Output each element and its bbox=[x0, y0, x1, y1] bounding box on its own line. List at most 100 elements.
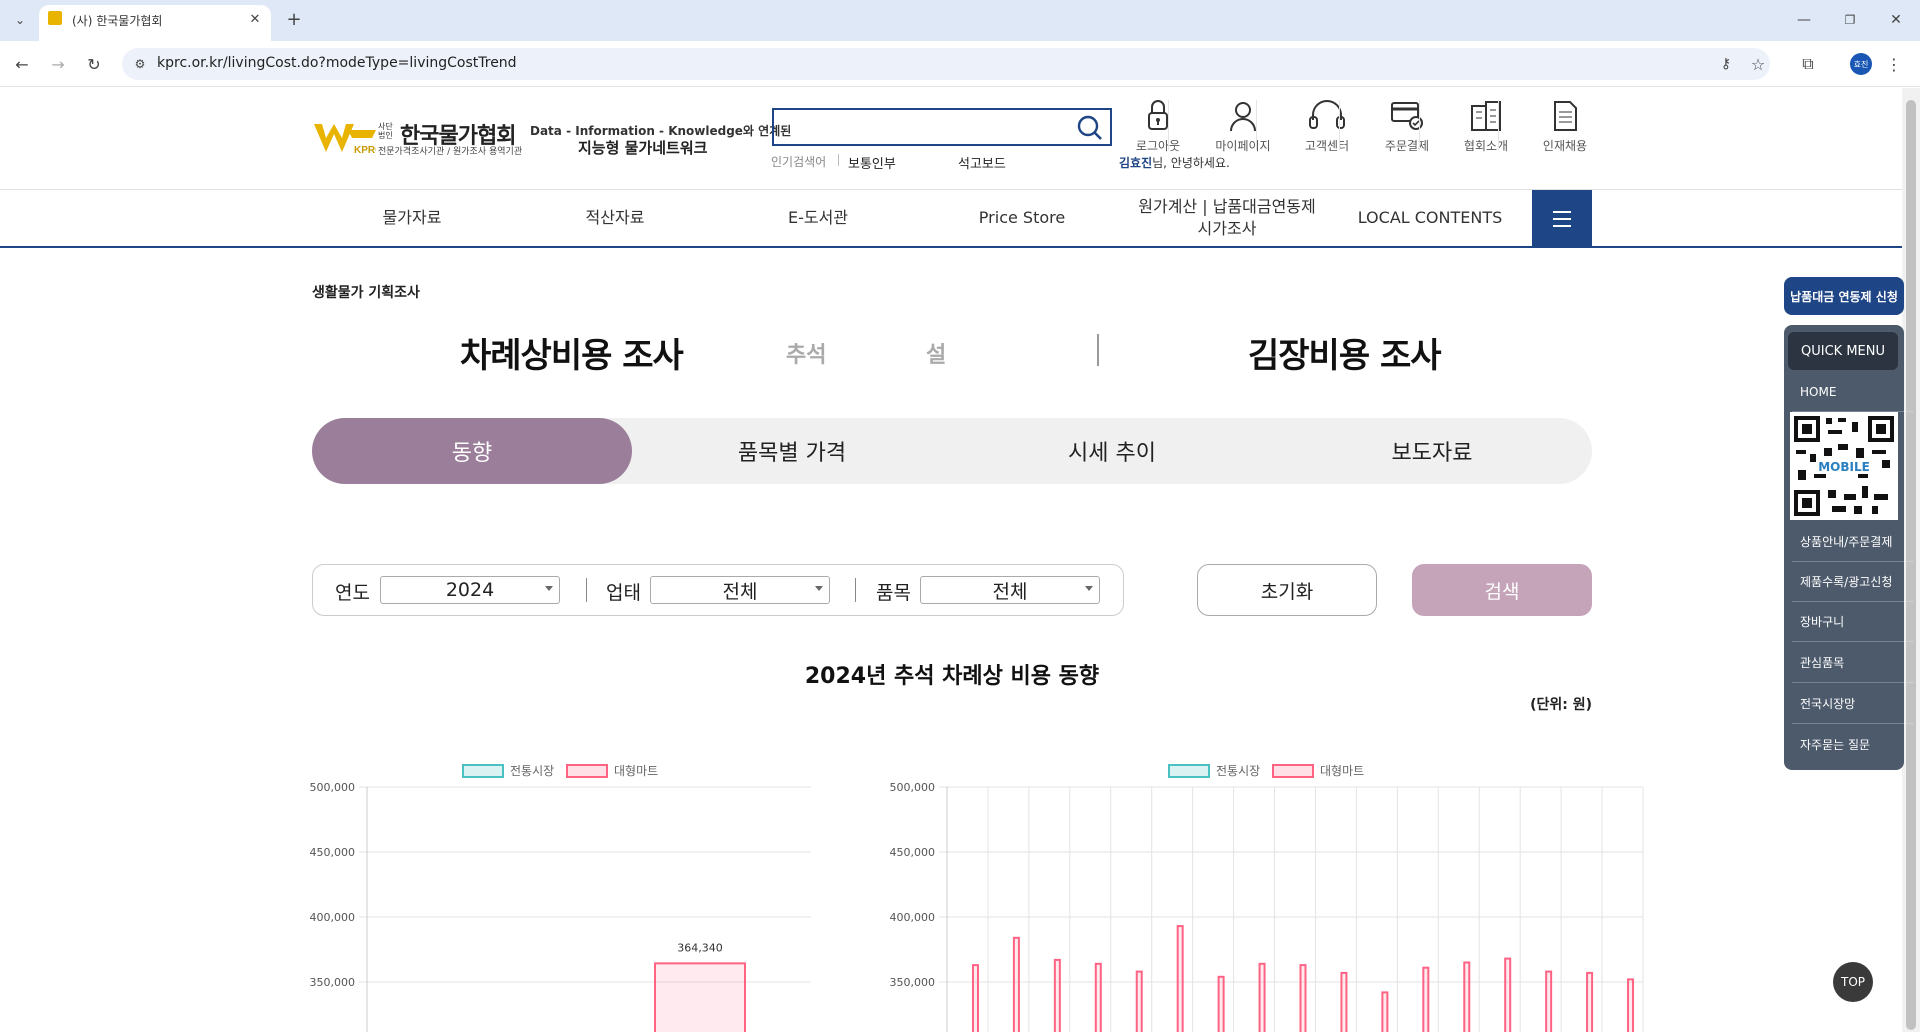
tab-trend[interactable]: 동향 bbox=[312, 418, 632, 484]
logout-label: 로그아웃 bbox=[1135, 139, 1181, 153]
y-tick-label: 500,000 bbox=[310, 781, 356, 794]
bar-mart bbox=[1258, 962, 1266, 1032]
hamburger-icon-line bbox=[1553, 225, 1571, 227]
nav-item-cost-calculation[interactable]: 원가계산 | 납품대금연동제 시가조사 bbox=[1122, 190, 1332, 246]
logo-mark-icon[interactable]: KPRC bbox=[312, 120, 382, 156]
bar-mart bbox=[654, 962, 746, 1032]
bar-mart bbox=[1381, 991, 1389, 1032]
quick-menu-listing-ad[interactable]: 제품수록/광고신청 bbox=[1792, 562, 1914, 602]
quick-menu-faq[interactable]: 자주묻는 질문 bbox=[1792, 724, 1914, 764]
reset-button[interactable]: 초기화 bbox=[1197, 564, 1377, 616]
careers-link[interactable]: 인재채용 bbox=[1528, 98, 1602, 154]
quick-menu-favorites[interactable]: 관심품목 bbox=[1792, 643, 1914, 683]
kebab-menu-icon[interactable]: ⋮ bbox=[1884, 52, 1904, 76]
nav-item-local-contents[interactable]: LOCAL CONTENTS bbox=[1330, 190, 1530, 246]
tab-price-trend[interactable]: 시세 추이 bbox=[952, 418, 1272, 484]
new-tab-plus-icon[interactable]: + bbox=[284, 9, 304, 30]
subtab-seol[interactable]: 설 bbox=[926, 337, 946, 369]
profile-avatar[interactable]: 효진 bbox=[1850, 53, 1872, 75]
qr-mobile-label: MOBILE bbox=[1818, 460, 1870, 474]
order-payment-label: 주문결제 bbox=[1384, 139, 1430, 153]
logo-corp-type: 사단 법인 bbox=[378, 122, 393, 140]
legend-swatch bbox=[566, 764, 608, 778]
divider bbox=[838, 154, 839, 166]
mypage-label: 마이페이지 bbox=[1215, 139, 1271, 153]
scroll-top-button[interactable]: TOP bbox=[1833, 962, 1873, 1002]
bar-mart bbox=[1176, 925, 1184, 1032]
year-select[interactable]: 2024 bbox=[380, 576, 560, 604]
popular-search-label: 인기검색어 bbox=[771, 155, 827, 169]
headset-icon bbox=[1309, 100, 1345, 129]
greeting-user-name: 김효진 bbox=[1119, 156, 1153, 170]
divider bbox=[586, 578, 587, 602]
business-type-select[interactable]: 전체 bbox=[650, 576, 830, 604]
mobile-qr-code[interactable]: MOBILE bbox=[1790, 412, 1898, 520]
site-info-icon[interactable]: ⚙ bbox=[130, 54, 150, 74]
subtab-chuseok[interactable]: 추석 bbox=[786, 337, 826, 369]
window-close-icon[interactable]: ✕ bbox=[1886, 10, 1906, 30]
subcontract-payment-banner[interactable]: 납품대금 연동제 신청 bbox=[1784, 277, 1904, 315]
extensions-icon[interactable]: ⧉ bbox=[1796, 52, 1820, 76]
nav-item-e-library[interactable]: E-도서관 bbox=[718, 190, 918, 246]
forward-icon[interactable]: → bbox=[46, 52, 70, 76]
hamburger-menu-button[interactable] bbox=[1532, 190, 1592, 248]
logout-link[interactable]: 로그아웃 bbox=[1121, 98, 1195, 154]
bar-mart bbox=[1627, 978, 1635, 1032]
popular-keyword-2[interactable]: 석고보드 bbox=[958, 153, 1006, 172]
title-kimjang-survey[interactable]: 김장비용 조사 bbox=[1248, 328, 1442, 377]
greeting-text: 님, 안녕하세요. bbox=[1152, 156, 1230, 170]
reload-icon[interactable]: ↻ bbox=[82, 52, 106, 76]
search-icon[interactable] bbox=[1076, 114, 1104, 142]
popular-keyword-1[interactable]: 보통인부 bbox=[848, 153, 896, 172]
bar-mart bbox=[1545, 970, 1553, 1032]
bar-mart bbox=[1586, 971, 1594, 1032]
y-tick-label: 450,000 bbox=[310, 846, 356, 859]
divider bbox=[1498, 100, 1499, 150]
url-text[interactable]: kprc.or.kr/livingCost.do?modeType=living… bbox=[157, 55, 517, 71]
minimize-icon[interactable]: — bbox=[1794, 10, 1814, 30]
nav-item-estimation-data[interactable]: 적산자료 bbox=[515, 190, 715, 246]
search-button[interactable]: 검색 bbox=[1412, 564, 1592, 616]
customer-center-link[interactable]: 고객센터 bbox=[1290, 98, 1364, 154]
about-link[interactable]: 협회소개 bbox=[1449, 98, 1523, 154]
favicon-icon bbox=[48, 11, 62, 25]
bar-mart bbox=[1135, 970, 1143, 1032]
bar-mart bbox=[1463, 961, 1471, 1032]
mypage-link[interactable]: 마이페이지 bbox=[1206, 98, 1280, 154]
chart-right: 전통시장 대형마트 500,000 450,000 400,000 350,000 bbox=[890, 764, 1644, 1032]
bar-mart bbox=[1053, 958, 1061, 1032]
tab-list-chevron-down-icon[interactable]: ⌄ bbox=[6, 8, 34, 32]
data-label: 364,340 bbox=[677, 941, 723, 954]
caret-down-icon bbox=[815, 586, 823, 591]
site-search-input[interactable] bbox=[772, 108, 1112, 146]
y-tick-label: 350,000 bbox=[310, 976, 356, 989]
nav-item-price-store[interactable]: Price Store bbox=[922, 190, 1122, 246]
legend-label: 전통시장 bbox=[510, 764, 554, 778]
star-icon[interactable]: ☆ bbox=[1746, 52, 1770, 76]
key-icon[interactable]: ⚷ bbox=[1714, 52, 1738, 76]
quick-menu-cart[interactable]: 장바구니 bbox=[1792, 602, 1914, 642]
item-select[interactable]: 전체 bbox=[920, 576, 1100, 604]
tab-press-release[interactable]: 보도자료 bbox=[1272, 418, 1592, 484]
bar-mart bbox=[1094, 962, 1102, 1032]
tab-item-price[interactable]: 품목별 가격 bbox=[632, 418, 952, 484]
order-payment-link[interactable]: 주문결제 bbox=[1370, 98, 1444, 154]
nav-bottom-border bbox=[0, 246, 1902, 248]
greeting: 김효진님, 안녕하세요. bbox=[1119, 154, 1230, 171]
item-label: 품목 bbox=[876, 582, 911, 604]
title-ancestral-table-survey[interactable]: 차례상비용 조사 bbox=[460, 328, 684, 377]
bar-mart bbox=[971, 964, 979, 1032]
nav-item-price-data[interactable]: 물가자료 bbox=[312, 190, 512, 246]
bar-mart bbox=[1299, 964, 1307, 1032]
bar-mart bbox=[1012, 936, 1020, 1032]
restore-icon[interactable]: ❐ bbox=[1840, 10, 1860, 30]
quick-menu-home[interactable]: HOME bbox=[1792, 372, 1914, 412]
legend-swatch bbox=[1272, 764, 1314, 778]
quick-menu-market-network[interactable]: 전국시장망 bbox=[1792, 684, 1914, 724]
tagline-2: 지능형 물가네트워크 bbox=[578, 139, 708, 157]
year-label: 연도 bbox=[335, 582, 370, 604]
divider bbox=[1097, 334, 1099, 366]
quick-menu-product-order[interactable]: 상품안내/주문결제 bbox=[1792, 522, 1914, 562]
tab-close-icon[interactable]: ✕ bbox=[246, 10, 264, 28]
back-icon[interactable]: ← bbox=[10, 52, 34, 76]
